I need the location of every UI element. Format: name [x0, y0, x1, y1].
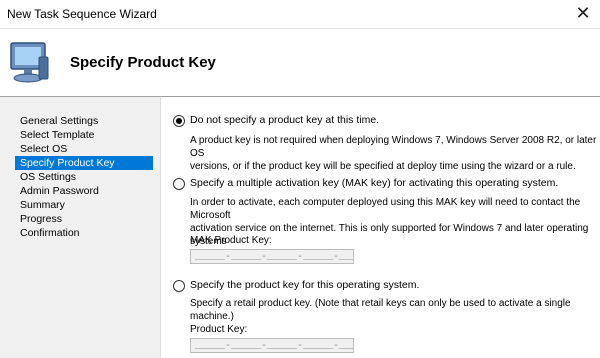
wizard-steps-sidebar: General Settings Select Template Select … — [0, 97, 161, 358]
retail-desc-line1: Specify a retail product key. (Note that… — [190, 298, 571, 322]
mak-product-key-input[interactable]: _____-_____-_____-_____-_____ — [190, 249, 354, 264]
title-bar: New Task Sequence Wizard ✕ — [0, 0, 600, 29]
mak-product-key-label: MAK Product Key: — [190, 235, 272, 246]
product-key-label: Product Key: — [190, 324, 248, 335]
step-summary[interactable]: Summary — [15, 198, 153, 212]
no-key-description: A product key is not required when deplo… — [190, 134, 600, 173]
close-icon[interactable]: ✕ — [572, 3, 594, 23]
no-key-label[interactable]: Do not specify a product key at this tim… — [190, 114, 379, 126]
mak-key-radio[interactable] — [173, 178, 185, 190]
computer-icon — [10, 42, 49, 83]
step-progress[interactable]: Progress — [15, 212, 153, 226]
window-title: New Task Sequence Wizard — [7, 7, 157, 21]
step-admin-password[interactable]: Admin Password — [15, 184, 153, 198]
no-key-radio[interactable] — [173, 115, 185, 127]
step-os-settings[interactable]: OS Settings — [15, 170, 153, 184]
mak-key-label[interactable]: Specify a multiple activation key (MAK k… — [190, 177, 558, 189]
no-key-desc-line1: A product key is not required when deplo… — [190, 135, 597, 159]
step-general-settings[interactable]: General Settings — [15, 114, 153, 128]
step-specify-product-key[interactable]: Specify Product Key — [15, 156, 153, 170]
step-select-template[interactable]: Select Template — [15, 128, 153, 142]
retail-key-label[interactable]: Specify the product key for this operati… — [190, 279, 419, 291]
product-key-panel: Do not specify a product key at this tim… — [161, 97, 600, 358]
page-title: Specify Product Key — [70, 54, 216, 71]
product-key-input[interactable]: _____-_____-_____-_____-_____ — [190, 338, 354, 353]
step-confirmation[interactable]: Confirmation — [15, 226, 153, 240]
step-select-os[interactable]: Select OS — [15, 142, 153, 156]
mak-desc-line1: In order to activate, each computer depl… — [190, 197, 581, 221]
retail-key-radio[interactable] — [173, 280, 185, 292]
no-key-desc-line2: versions, or if the product key will be … — [190, 161, 576, 172]
step-list: General Settings Select Template Select … — [15, 114, 153, 240]
retail-key-description: Specify a retail product key. (Note that… — [190, 297, 600, 323]
wizard-header: Specify Product Key — [0, 29, 600, 97]
